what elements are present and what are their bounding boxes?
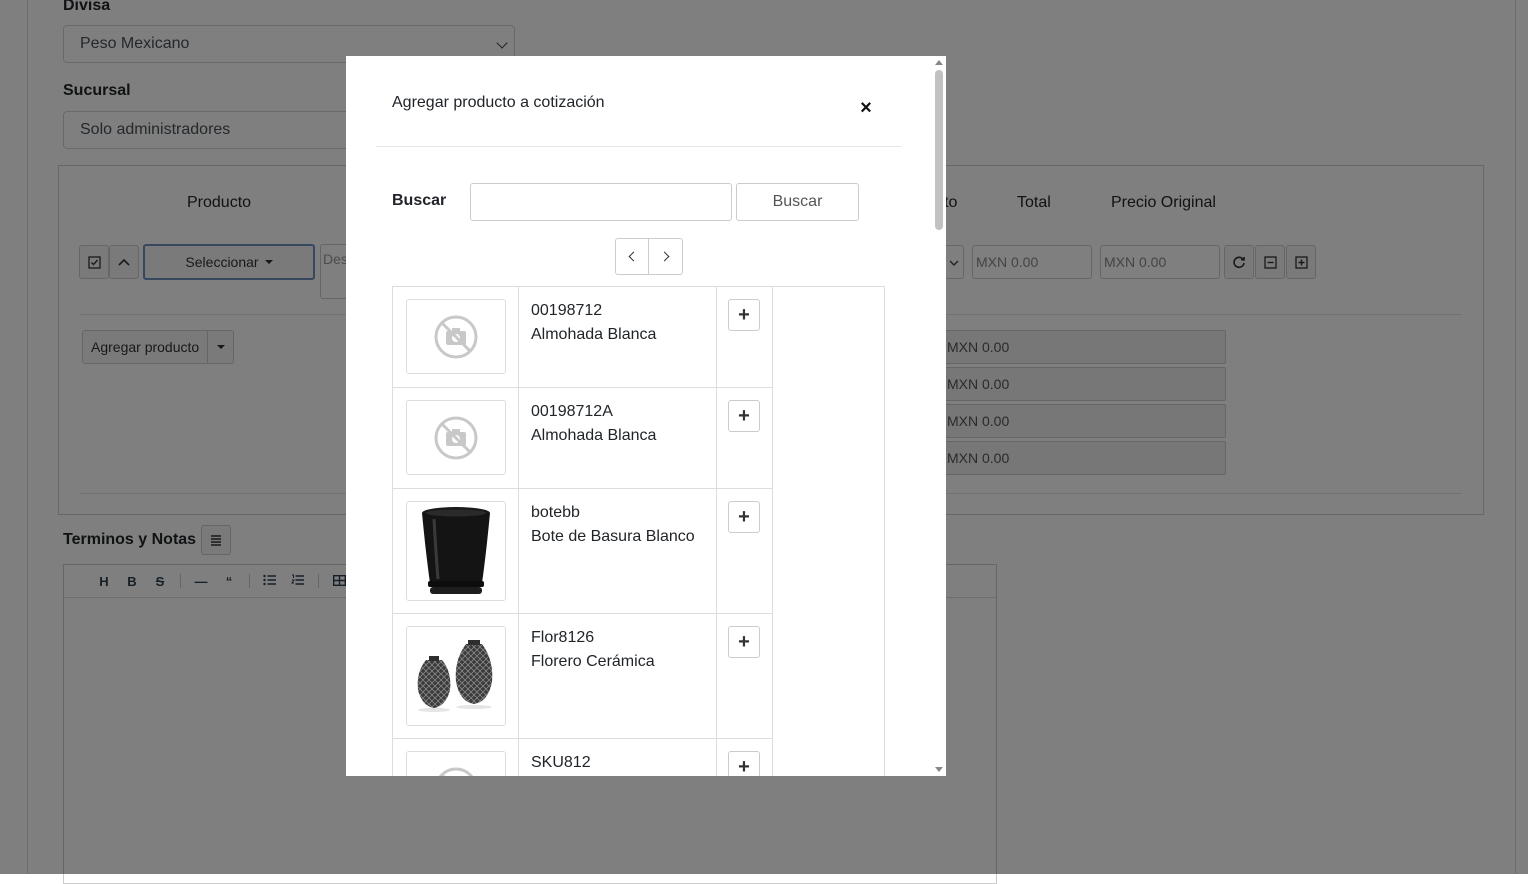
product-info-cell: 00198712 Almohada Blanca xyxy=(519,287,717,387)
product-thumbnail xyxy=(406,400,506,475)
table-row: Flor8126 Florero Cerámica + xyxy=(393,614,773,739)
product-image-cell xyxy=(393,388,519,488)
modal-title: Agregar producto a cotización xyxy=(392,94,605,111)
pagination xyxy=(615,238,683,275)
add-product-modal: Agregar producto a cotización × Buscar B… xyxy=(346,56,946,776)
chevron-left-icon xyxy=(628,251,639,262)
table-row: 00198712 Almohada Blanca + xyxy=(393,287,773,388)
no-image-icon xyxy=(438,767,474,776)
product-image-cell xyxy=(393,489,519,613)
search-label: Buscar xyxy=(392,192,447,209)
no-image-icon xyxy=(434,416,478,459)
product-name: Almohada Blanca xyxy=(531,326,657,343)
product-name: Almohada Blanca xyxy=(531,427,657,444)
table-row: botebb Bote de Basura Blanco + xyxy=(393,489,773,614)
product-sku: botebb xyxy=(531,504,580,521)
product-sku: 00198712A xyxy=(531,403,613,420)
product-thumbnail xyxy=(406,626,506,726)
close-icon[interactable]: × xyxy=(854,96,878,120)
product-action-cell: + xyxy=(717,287,773,387)
add-product-to-quote-button[interactable]: + xyxy=(728,751,760,776)
no-image-icon xyxy=(434,315,478,358)
table-row: SKU812 + xyxy=(393,739,773,776)
scrollbar-thumb[interactable] xyxy=(935,70,943,230)
trash-bin-photo xyxy=(422,507,490,594)
product-info-cell: SKU812 xyxy=(519,739,717,776)
product-action-cell: + xyxy=(717,489,773,613)
previous-page-button[interactable] xyxy=(615,238,649,275)
table-row: 00198712A Almohada Blanca + xyxy=(393,388,773,489)
product-name: Bote de Basura Blanco xyxy=(531,528,695,545)
product-thumbnail xyxy=(406,299,506,374)
product-action-cell: + xyxy=(717,388,773,488)
product-name: Florero Cerámica xyxy=(531,653,655,670)
product-image-cell xyxy=(393,739,519,776)
product-action-cell: + xyxy=(717,739,773,776)
product-action-cell: + xyxy=(717,614,773,738)
product-info-cell: Flor8126 Florero Cerámica xyxy=(519,614,717,738)
search-input[interactable] xyxy=(470,183,732,221)
scroll-up-arrow-icon[interactable] xyxy=(935,60,943,65)
next-page-button[interactable] xyxy=(649,238,683,275)
add-product-to-quote-button[interactable]: + xyxy=(728,400,760,432)
product-sku: SKU812 xyxy=(531,754,591,771)
add-product-to-quote-button[interactable]: + xyxy=(728,501,760,533)
chevron-right-icon xyxy=(659,251,669,262)
product-thumbnail xyxy=(406,501,506,601)
product-sku: 00198712 xyxy=(531,302,603,319)
product-thumbnail xyxy=(406,751,506,776)
add-product-to-quote-button[interactable]: + xyxy=(728,299,760,331)
vases-photo xyxy=(417,640,493,712)
product-info-cell: botebb Bote de Basura Blanco xyxy=(519,489,717,613)
scroll-down-arrow-icon[interactable] xyxy=(935,767,943,772)
product-image-cell xyxy=(393,614,519,738)
search-button[interactable]: Buscar xyxy=(736,183,859,221)
product-info-cell: 00198712A Almohada Blanca xyxy=(519,388,717,488)
product-results-table: 00198712 Almohada Blanca + 00198712A Alm… xyxy=(392,286,885,776)
product-image-cell xyxy=(393,287,519,387)
add-product-to-quote-button[interactable]: + xyxy=(728,626,760,658)
product-sku: Flor8126 xyxy=(531,629,595,646)
modal-scrollbar[interactable] xyxy=(932,56,946,776)
modal-header-divider xyxy=(376,146,901,147)
